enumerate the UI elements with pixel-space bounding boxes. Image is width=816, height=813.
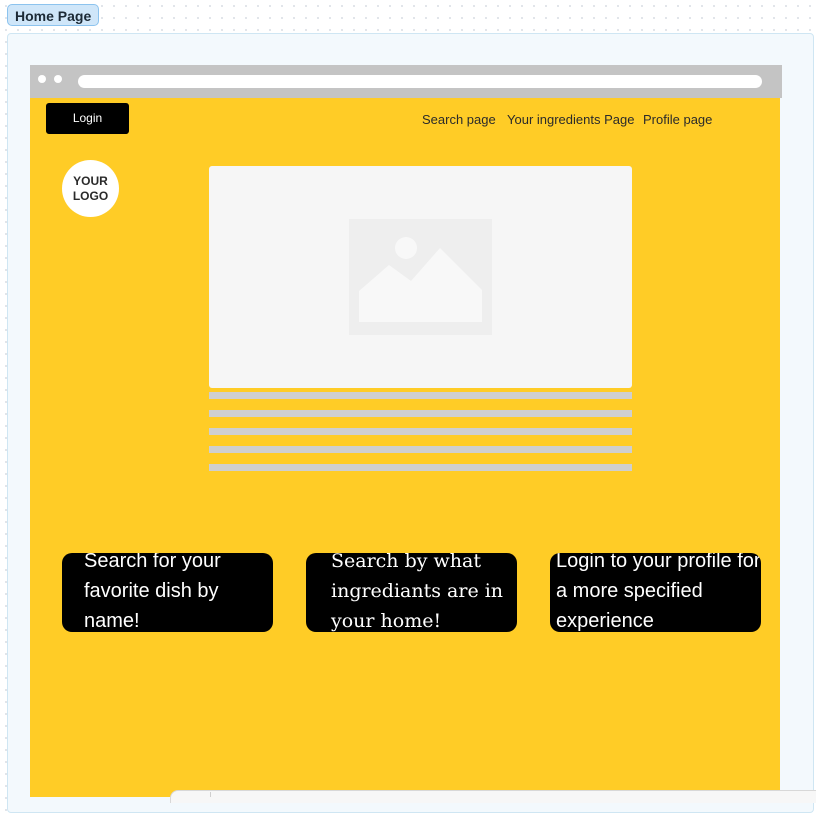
text-line <box>209 410 632 417</box>
window-dot-2 <box>54 75 62 83</box>
text-line <box>209 446 632 453</box>
window-dot-1 <box>38 75 46 83</box>
frame-label: Home Page <box>7 4 100 26</box>
logo: YOUR LOGO <box>62 160 119 217</box>
address-bar[interactable] <box>78 75 762 88</box>
text-line <box>209 464 632 471</box>
hero-image <box>209 166 632 388</box>
card-text: Search by what ingrediants are in your h… <box>331 553 504 632</box>
browser-chrome <box>30 65 782 98</box>
login-profile-card[interactable]: Login to your profile for a more specifi… <box>550 553 761 632</box>
card-text: Login to your profile for a more specifi… <box>556 553 761 632</box>
card-text: Search for your favorite dish by name! <box>84 553 221 632</box>
nav-profile-page[interactable]: Profile page <box>643 112 712 127</box>
toolbar-divider <box>210 792 211 797</box>
text-line <box>209 428 632 435</box>
home-page: Login Search page Your ingredients Page … <box>30 98 780 797</box>
text-line <box>209 392 632 399</box>
search-ingredients-card[interactable]: Search by what ingrediants are in your h… <box>306 553 517 632</box>
nav-ingredients-page[interactable]: Your ingredients Page <box>507 112 634 127</box>
image-placeholder-icon <box>349 219 492 335</box>
nav-search-page[interactable]: Search page <box>422 112 496 127</box>
text-placeholder-lines <box>209 392 632 482</box>
login-button[interactable]: Login <box>46 103 129 134</box>
search-dish-card[interactable]: Search for your favorite dish by name! <box>62 553 273 632</box>
